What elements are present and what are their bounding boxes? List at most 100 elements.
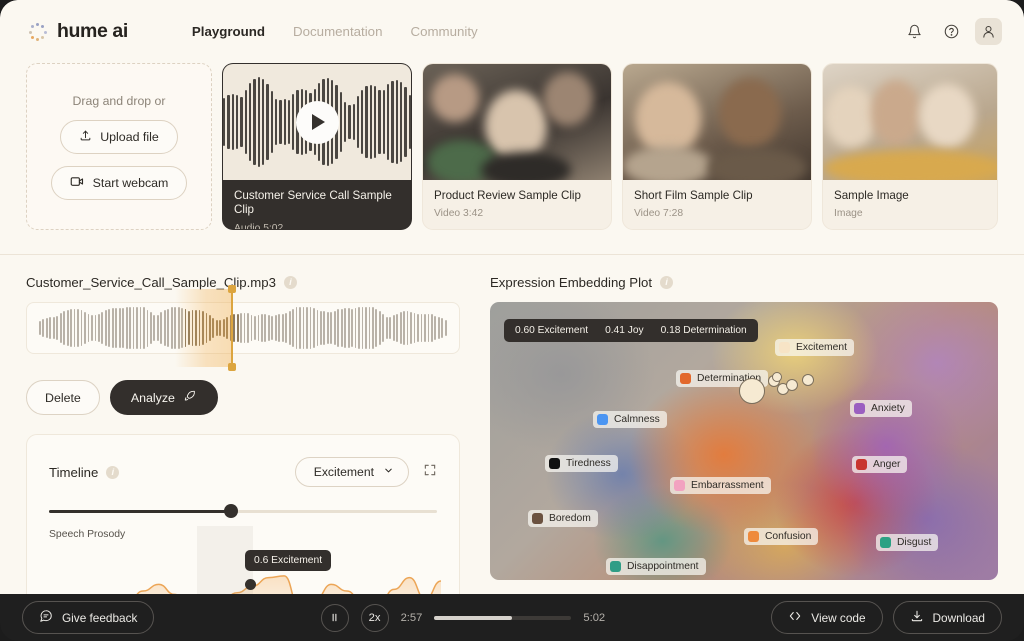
playback-scrubber[interactable] xyxy=(434,615,572,620)
nav-link-playground[interactable]: Playground xyxy=(192,24,265,39)
emotion-chip[interactable]: Boredom xyxy=(528,510,598,527)
emotion-chip-label: Boredom xyxy=(549,513,591,524)
bottom-toolbar: Give feedback 2x 2:57 5:02 View code Dow… xyxy=(0,594,1024,641)
audio-editor-pane: Customer_Service_Call_Sample_Clip.mp3 i … xyxy=(26,275,460,594)
brand-name: hume ai xyxy=(57,20,128,42)
playhead-handle-bottom[interactable] xyxy=(228,363,236,371)
emotion-chip-label: Anger xyxy=(873,459,901,470)
scrubber-knob[interactable] xyxy=(224,504,239,518)
emotion-chip-label: Tiredness xyxy=(566,458,611,469)
delete-button[interactable]: Delete xyxy=(26,380,100,415)
emotion-chip[interactable]: Excitement xyxy=(775,339,854,356)
bell-icon[interactable] xyxy=(901,18,928,45)
emotion-chip[interactable]: Confusion xyxy=(744,528,819,545)
emotion-chip-label: Disappointment xyxy=(627,561,699,572)
waveform-bars xyxy=(27,303,459,353)
timeline-title: Timeline xyxy=(49,464,99,480)
expand-icon[interactable] xyxy=(423,463,437,482)
emotion-chip-label: Anxiety xyxy=(871,403,905,414)
analyze-button[interactable]: Analyze xyxy=(109,380,218,415)
feedback-icon xyxy=(39,609,53,626)
nav-links: Playground Documentation Community xyxy=(192,24,478,39)
emotion-select[interactable]: Excitement xyxy=(294,457,409,487)
emotion-chip[interactable]: Tiredness xyxy=(545,455,618,472)
file-dropzone[interactable]: Drag and drop or Upload file Start webca… xyxy=(26,63,212,230)
emotion-chip[interactable]: Disgust xyxy=(876,534,939,551)
media-thumbnail xyxy=(223,64,411,180)
nav-actions xyxy=(901,18,1002,45)
give-feedback-label: Give feedback xyxy=(62,610,138,625)
total-time: 5:02 xyxy=(583,611,606,624)
plot-info-icon[interactable]: i xyxy=(660,276,674,289)
emotion-chip[interactable]: Anger xyxy=(852,456,908,473)
playhead[interactable] xyxy=(228,285,236,371)
view-code-button[interactable]: View code xyxy=(771,601,883,634)
waveform-editor[interactable] xyxy=(26,285,460,371)
question-circle-icon[interactable] xyxy=(938,18,965,45)
embedding-data-point[interactable] xyxy=(786,379,798,391)
media-card-title: Product Review Sample Clip xyxy=(434,189,581,202)
embedding-data-point[interactable] xyxy=(802,374,814,386)
image-thumbnail xyxy=(823,64,997,180)
upload-file-label: Upload file xyxy=(100,129,159,144)
media-card-short-film[interactable]: Short Film Sample Clip Video 7:28 xyxy=(622,63,812,230)
emotion-chip[interactable]: Embarrassment xyxy=(670,477,771,494)
current-time: 2:57 xyxy=(400,611,423,624)
embedding-data-point[interactable] xyxy=(772,372,782,382)
media-card-meta: Sample Image Image xyxy=(823,180,997,219)
timeline-info-icon[interactable]: i xyxy=(106,465,120,479)
emotion-color-swatch xyxy=(549,458,560,469)
view-code-label: View code xyxy=(811,610,866,625)
emotion-select-value: Excitement xyxy=(313,465,374,479)
code-icon xyxy=(788,609,802,626)
emotion-chip-label: Disgust xyxy=(897,537,932,548)
media-card-product-review[interactable]: Product Review Sample Clip Video 3:42 xyxy=(422,63,612,230)
media-card-meta: Customer Service Call Sample Clip Audio … xyxy=(223,180,411,229)
media-thumbnail xyxy=(623,64,811,180)
expression-embedding-plot[interactable]: 0.60 Excitement 0.41 Joy 0.18 Determinat… xyxy=(490,302,998,580)
timeline-scrubber[interactable] xyxy=(49,504,437,518)
play-button[interactable] xyxy=(295,100,339,144)
download-button[interactable]: Download xyxy=(892,601,1002,634)
media-card-title: Short Film Sample Clip xyxy=(634,189,753,202)
main-surface: hume ai Playground Documentation Communi… xyxy=(0,0,1024,594)
top-navigation-bar: hume ai Playground Documentation Communi… xyxy=(0,0,1024,63)
pause-button[interactable] xyxy=(320,603,349,632)
upload-icon xyxy=(79,129,92,145)
playhead-handle-top[interactable] xyxy=(228,285,236,293)
start-webcam-button[interactable]: Start webcam xyxy=(50,165,188,200)
nav-link-documentation[interactable]: Documentation xyxy=(293,24,382,39)
emotion-chip-label: Confusion xyxy=(765,531,812,542)
nav-link-community[interactable]: Community xyxy=(410,24,477,39)
media-thumbnail xyxy=(823,64,997,180)
video-thumbnail-image xyxy=(623,64,811,180)
editor-actions: Delete Analyze xyxy=(26,380,460,415)
emotion-color-swatch xyxy=(532,513,543,524)
embedding-plot-pane: Expression Embedding Plot i 0.60 Excitem… xyxy=(490,275,998,594)
emotion-color-swatch xyxy=(674,480,685,491)
upload-file-button[interactable]: Upload file xyxy=(60,119,178,154)
chart-tooltip: 0.6 Excitement xyxy=(245,550,332,571)
embedding-data-point[interactable] xyxy=(739,378,765,404)
give-feedback-button[interactable]: Give feedback xyxy=(22,601,155,634)
timeline-header: Timeline i Excitement xyxy=(49,457,437,487)
file-header: Customer_Service_Call_Sample_Clip.mp3 i xyxy=(26,275,460,290)
user-avatar-icon[interactable] xyxy=(975,18,1002,45)
prosody-chart: 0.6 Excitement xyxy=(49,526,441,594)
chart-marker[interactable] xyxy=(245,579,256,590)
brand-logo[interactable]: hume ai xyxy=(26,20,128,43)
emotion-color-swatch xyxy=(854,403,865,414)
emotion-chip[interactable]: Anxiety xyxy=(850,400,912,417)
scrubber-fill xyxy=(49,510,232,513)
chevron-down-icon xyxy=(383,465,394,479)
media-card-title: Customer Service Call Sample Clip xyxy=(234,189,392,217)
info-icon[interactable]: i xyxy=(283,276,297,289)
playback-speed-button[interactable]: 2x xyxy=(360,603,389,632)
media-card-sample-image[interactable]: Sample Image Image xyxy=(822,63,998,230)
emotion-chip[interactable]: Calmness xyxy=(593,411,667,428)
media-card-customer-service[interactable]: Customer Service Call Sample Clip Audio … xyxy=(222,63,412,230)
timeline-panel: Timeline i Excitement Speech Prosody 0.6… xyxy=(26,434,460,594)
start-webcam-label: Start webcam xyxy=(92,175,169,190)
emotion-chip[interactable]: Disappointment xyxy=(606,558,706,575)
export-actions: View code Download xyxy=(771,601,1002,634)
